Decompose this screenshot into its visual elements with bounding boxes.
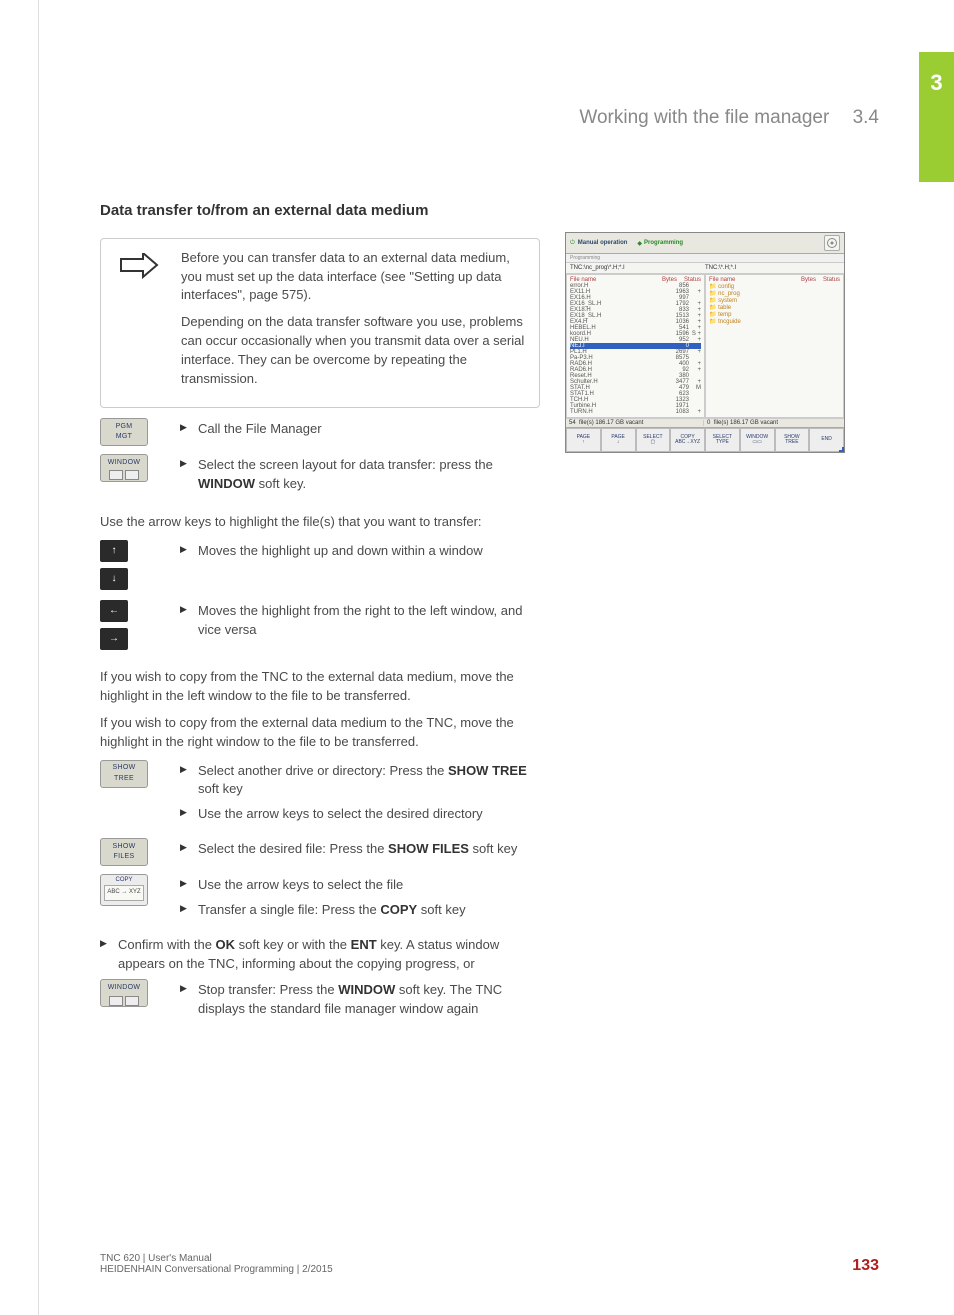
page-footer: TNC 620 | User's Manual HEIDENHAIN Conve… [100, 1253, 879, 1275]
left-margin-rule [38, 0, 39, 1315]
scr-softkey: SELECT ▢ [636, 428, 671, 452]
copy-direction-p2: If you wish to copy from the external da… [100, 714, 540, 752]
arrow-left-key[interactable]: ← [100, 600, 128, 622]
note-paragraph: Depending on the data transfer software … [181, 313, 527, 388]
scr-softkey: PAGE ↑ [566, 428, 601, 452]
scr-softkey: PAGE ↓ [601, 428, 636, 452]
note-paragraph: Before you can transfer data to an exter… [181, 249, 527, 306]
chapter-tab: 3 [919, 52, 954, 182]
scr-power-icon: ⏻ [570, 240, 575, 247]
step-show-tree: Select another drive or directory: Press… [180, 762, 540, 800]
note-arrow-icon [119, 253, 159, 283]
scr-mode-left: Manual operation [578, 240, 628, 246]
arrow-right-key[interactable]: → [100, 628, 128, 650]
step-select-layout: Select the screen layout for data transf… [180, 456, 540, 494]
section-heading: Data transfer to/from an external data m… [100, 200, 540, 222]
header-title: Working with the file manager [579, 107, 829, 128]
footer-line2: HEIDENHAIN Conversational Programming | … [100, 1264, 333, 1275]
scr-mode-right: Programming [644, 240, 683, 246]
window-softkey-icons [109, 470, 139, 480]
step-move-leftright: Moves the highlight from the right to th… [180, 602, 540, 640]
scr-path-right: TNC:\*.H;*.I [705, 265, 840, 271]
main-content: Data transfer to/from an external data m… [100, 200, 540, 1033]
step-copy: Transfer a single file: Press the COPY s… [180, 901, 540, 920]
scr-status-right: 0 file(s) 186.17 GB vacant [703, 420, 841, 426]
copy-direction-p1: If you wish to copy from the TNC to the … [100, 668, 540, 706]
scr-softkey: WINDOW ▭▭ [740, 428, 775, 452]
copy-softkey-strip: ABC → XYZ [104, 885, 144, 901]
file-row: TURN.H1083+ [570, 409, 701, 415]
scr-right-pane: File nameBytesStatus 📁 config📁 nc_prog📁 … [705, 274, 844, 418]
file-row: 📁 config [709, 283, 840, 290]
header-section-number: 3.4 [853, 107, 879, 128]
page-header: Working with the file manager 3.4 [579, 107, 879, 129]
scr-softkey: COPY ABC→XYZ [670, 428, 705, 452]
window-softkey-label: WINDOW [108, 983, 141, 993]
step-stop-transfer: Stop transfer: Press the WINDOW soft key… [180, 981, 540, 1019]
scr-mode-icon: ◆ [637, 240, 642, 247]
pgm-mgt-key[interactable]: PGM MGT [100, 418, 148, 446]
file-row: 📁 tncguide [709, 318, 840, 325]
file-row: 📁 table [709, 304, 840, 311]
step-confirm: Confirm with the OK soft key or with the… [100, 936, 540, 974]
copy-softkey-label: COPY [115, 876, 132, 885]
window-softkey[interactable]: WINDOW [100, 979, 148, 1007]
arrow-intro: Use the arrow keys to highlight the file… [100, 513, 540, 532]
scr-softkey: SHOW TREE [775, 428, 810, 452]
footer-line1: TNC 620 | User's Manual [100, 1253, 333, 1264]
note-box: Before you can transfer data to an exter… [100, 238, 540, 408]
file-row: 📁 temp [709, 311, 840, 318]
scr-path-left: TNC:\nc_prog\*.H;*.I [570, 265, 705, 271]
file-row: 📁 system [709, 297, 840, 304]
step-call-file-manager: Call the File Manager [180, 420, 540, 439]
step-show-files: Select the desired file: Press the SHOW … [180, 840, 540, 859]
show-tree-softkey[interactable]: SHOW TREE [100, 760, 148, 788]
arrow-down-key[interactable]: ↓ [100, 568, 128, 590]
page-number: 133 [852, 1257, 879, 1275]
step-arrow-file: Use the arrow keys to select the file [180, 876, 540, 895]
step-move-updown: Moves the highlight up and down within a… [180, 542, 540, 561]
file-row: 📁 nc_prog [709, 290, 840, 297]
scr-status-left: 54 file(s) 186.17 GB vacant [569, 420, 703, 426]
scr-softkey: SELECT TYPE [705, 428, 740, 452]
scr-left-pane: File nameBytesStatus error.H856EX11.H196… [566, 274, 705, 418]
window-softkey-label: WINDOW [108, 458, 141, 468]
copy-softkey[interactable]: COPY ABC → XYZ [100, 874, 148, 906]
window-softkey-icons [109, 996, 139, 1006]
file-manager-screenshot: ⏻ Manual operation ◆ Programming Program… [565, 232, 845, 453]
window-softkey[interactable]: WINDOW [100, 454, 148, 482]
arrow-up-key[interactable]: ↑ [100, 540, 128, 562]
gear-icon [824, 235, 840, 251]
step-arrow-directory: Use the arrow keys to select the desired… [180, 805, 540, 824]
show-files-softkey[interactable]: SHOW FILES [100, 838, 148, 866]
